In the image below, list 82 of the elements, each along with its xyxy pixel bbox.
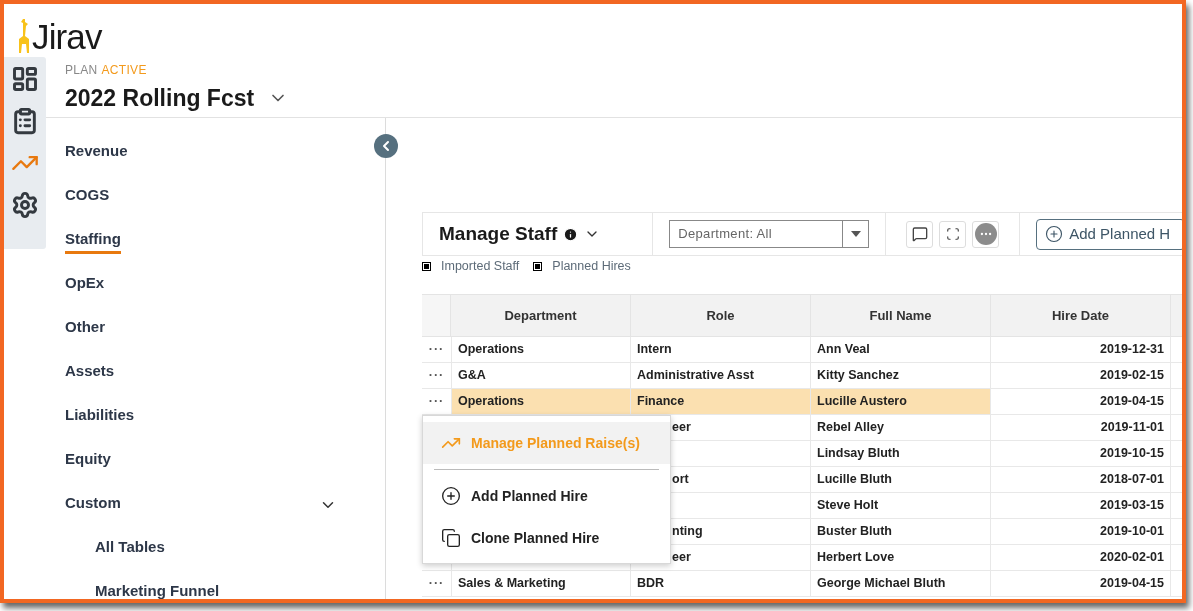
table-cell-text: 2019-12-31: [1100, 341, 1164, 359]
comment-button[interactable]: [906, 220, 934, 248]
table-cell-text: eer: [672, 549, 691, 567]
table-cell-text: 2020-02-01: [1100, 549, 1164, 567]
row-menu-handle[interactable]: ···: [428, 366, 445, 385]
nav-link[interactable]: Liabilities: [65, 403, 135, 431]
dropdown-caret-icon: [850, 231, 861, 237]
table-cell-text: Lucille Austero: [817, 393, 907, 411]
table-cell-text: Operations: [458, 341, 524, 359]
nav-link[interactable]: Equity: [65, 447, 111, 475]
nav-link[interactable]: COGS: [65, 183, 110, 211]
legend-label: Planned Hires: [552, 257, 631, 275]
column-header[interactable]: Hire Date: [1051, 305, 1110, 326]
dashboard-icon[interactable]: [11, 65, 39, 93]
table-cell-text: 2018-07-01: [1100, 471, 1164, 489]
table-cell-text: Buster Bluth: [817, 523, 892, 541]
giraffe-logo-icon: [17, 19, 31, 53]
nav-link[interactable]: Custom: [65, 491, 121, 519]
table-cell-text: 2019-11-01: [1100, 419, 1164, 437]
collapse-button[interactable]: [374, 134, 398, 158]
table-row[interactable]: ··· Operations Intern Ann Veal 2019-12-31: [422, 337, 1182, 363]
table-cell-text: eer: [672, 419, 691, 437]
table-cell-text: 2019-10-15: [1100, 445, 1164, 463]
table-cell-text: Ann Veal: [817, 341, 870, 359]
table-cell-text: Rebel Alley: [817, 419, 884, 437]
table-cell-text: 2019-10-01: [1100, 523, 1164, 541]
table-row[interactable]: ··· Sales & Marketing BDR George Michael Bluth 2019-04-15: [422, 571, 1182, 597]
plan-title: 2022 Rolling Fcst: [65, 84, 255, 113]
table-cell-text: Operations: [458, 393, 524, 411]
menu-item[interactable]: Add Planned Hire: [423, 475, 670, 517]
table-cell-text: 2019-04-15: [1100, 393, 1164, 411]
fullscreen-button[interactable]: [939, 220, 967, 248]
comment-icon: [911, 226, 928, 242]
column-header[interactable]: Full Name: [869, 305, 932, 326]
table-cell-text: 2019-02-15: [1100, 367, 1164, 385]
table-row[interactable]: ··· Operations Finance Lucille Austero 2019-04-15: [422, 389, 1182, 415]
column-header[interactable]: Role: [706, 305, 735, 326]
plan-status: ACTIVE: [101, 62, 147, 79]
table-cell-text: Administrative Asst: [637, 367, 754, 385]
table-cell-text: Lucille Bluth: [817, 471, 892, 489]
table-cell-text: Finance: [637, 393, 685, 411]
logo-text: Jirav: [32, 18, 102, 56]
nav-link[interactable]: Marketing Funnel: [95, 579, 220, 599]
add-planned-hire-button[interactable]: Add Planned H: [1036, 218, 1182, 250]
info-icon[interactable]: [563, 226, 579, 242]
nav-link[interactable]: Revenue: [65, 139, 128, 167]
legend-swatch-icon: [533, 261, 543, 271]
legend-swatch-icon: [422, 261, 431, 271]
table-cell-text: Steve Holt: [817, 497, 879, 515]
table-cell-text: G&A: [458, 367, 486, 385]
panel-title: Manage Staff: [439, 221, 558, 246]
more-icon: [974, 223, 997, 245]
nav-link[interactable]: Other: [65, 315, 105, 343]
table-cell-text: BDR: [637, 575, 665, 593]
row-menu-handle[interactable]: ···: [428, 392, 445, 411]
table-cell-text: ort: [672, 471, 689, 489]
plan-label: PLAN: [65, 62, 98, 79]
more-button[interactable]: [972, 220, 1000, 248]
table-cell-text: George Michael Bluth: [817, 575, 946, 593]
table-cell-text: Sales & Marketing: [458, 575, 566, 593]
nav-link[interactable]: Assets: [65, 359, 115, 387]
table-cell-text: 2019-03-15: [1100, 497, 1164, 515]
plus-circle-icon: [441, 486, 461, 506]
table-cell-text: Herbert Love: [817, 549, 895, 567]
table-cell-text: Intern: [637, 341, 672, 359]
fullscreen-icon: [945, 227, 960, 241]
table-cell-text: Lindsay Bluth: [817, 445, 900, 463]
plus-circle-icon: [1045, 225, 1064, 243]
table-cell-text: Kitty Sanchez: [817, 367, 899, 385]
settings-icon[interactable]: [11, 191, 39, 219]
table-cell-text: nting: [672, 523, 703, 541]
legend-label: Imported Staff: [441, 257, 520, 275]
column-header[interactable]: Department: [504, 305, 577, 326]
department-select[interactable]: Department: All: [669, 220, 870, 248]
row-menu-handle[interactable]: ···: [428, 574, 445, 593]
nav-link[interactable]: OpEx: [65, 271, 105, 299]
nav-link[interactable]: All Tables: [95, 535, 165, 563]
nav-link[interactable]: Staffing: [65, 227, 121, 255]
copy-icon: [441, 528, 461, 548]
row-menu-handle[interactable]: ···: [428, 340, 445, 359]
clipboard-icon[interactable]: [11, 107, 39, 135]
table-cell-text: 2019-04-15: [1100, 575, 1164, 593]
